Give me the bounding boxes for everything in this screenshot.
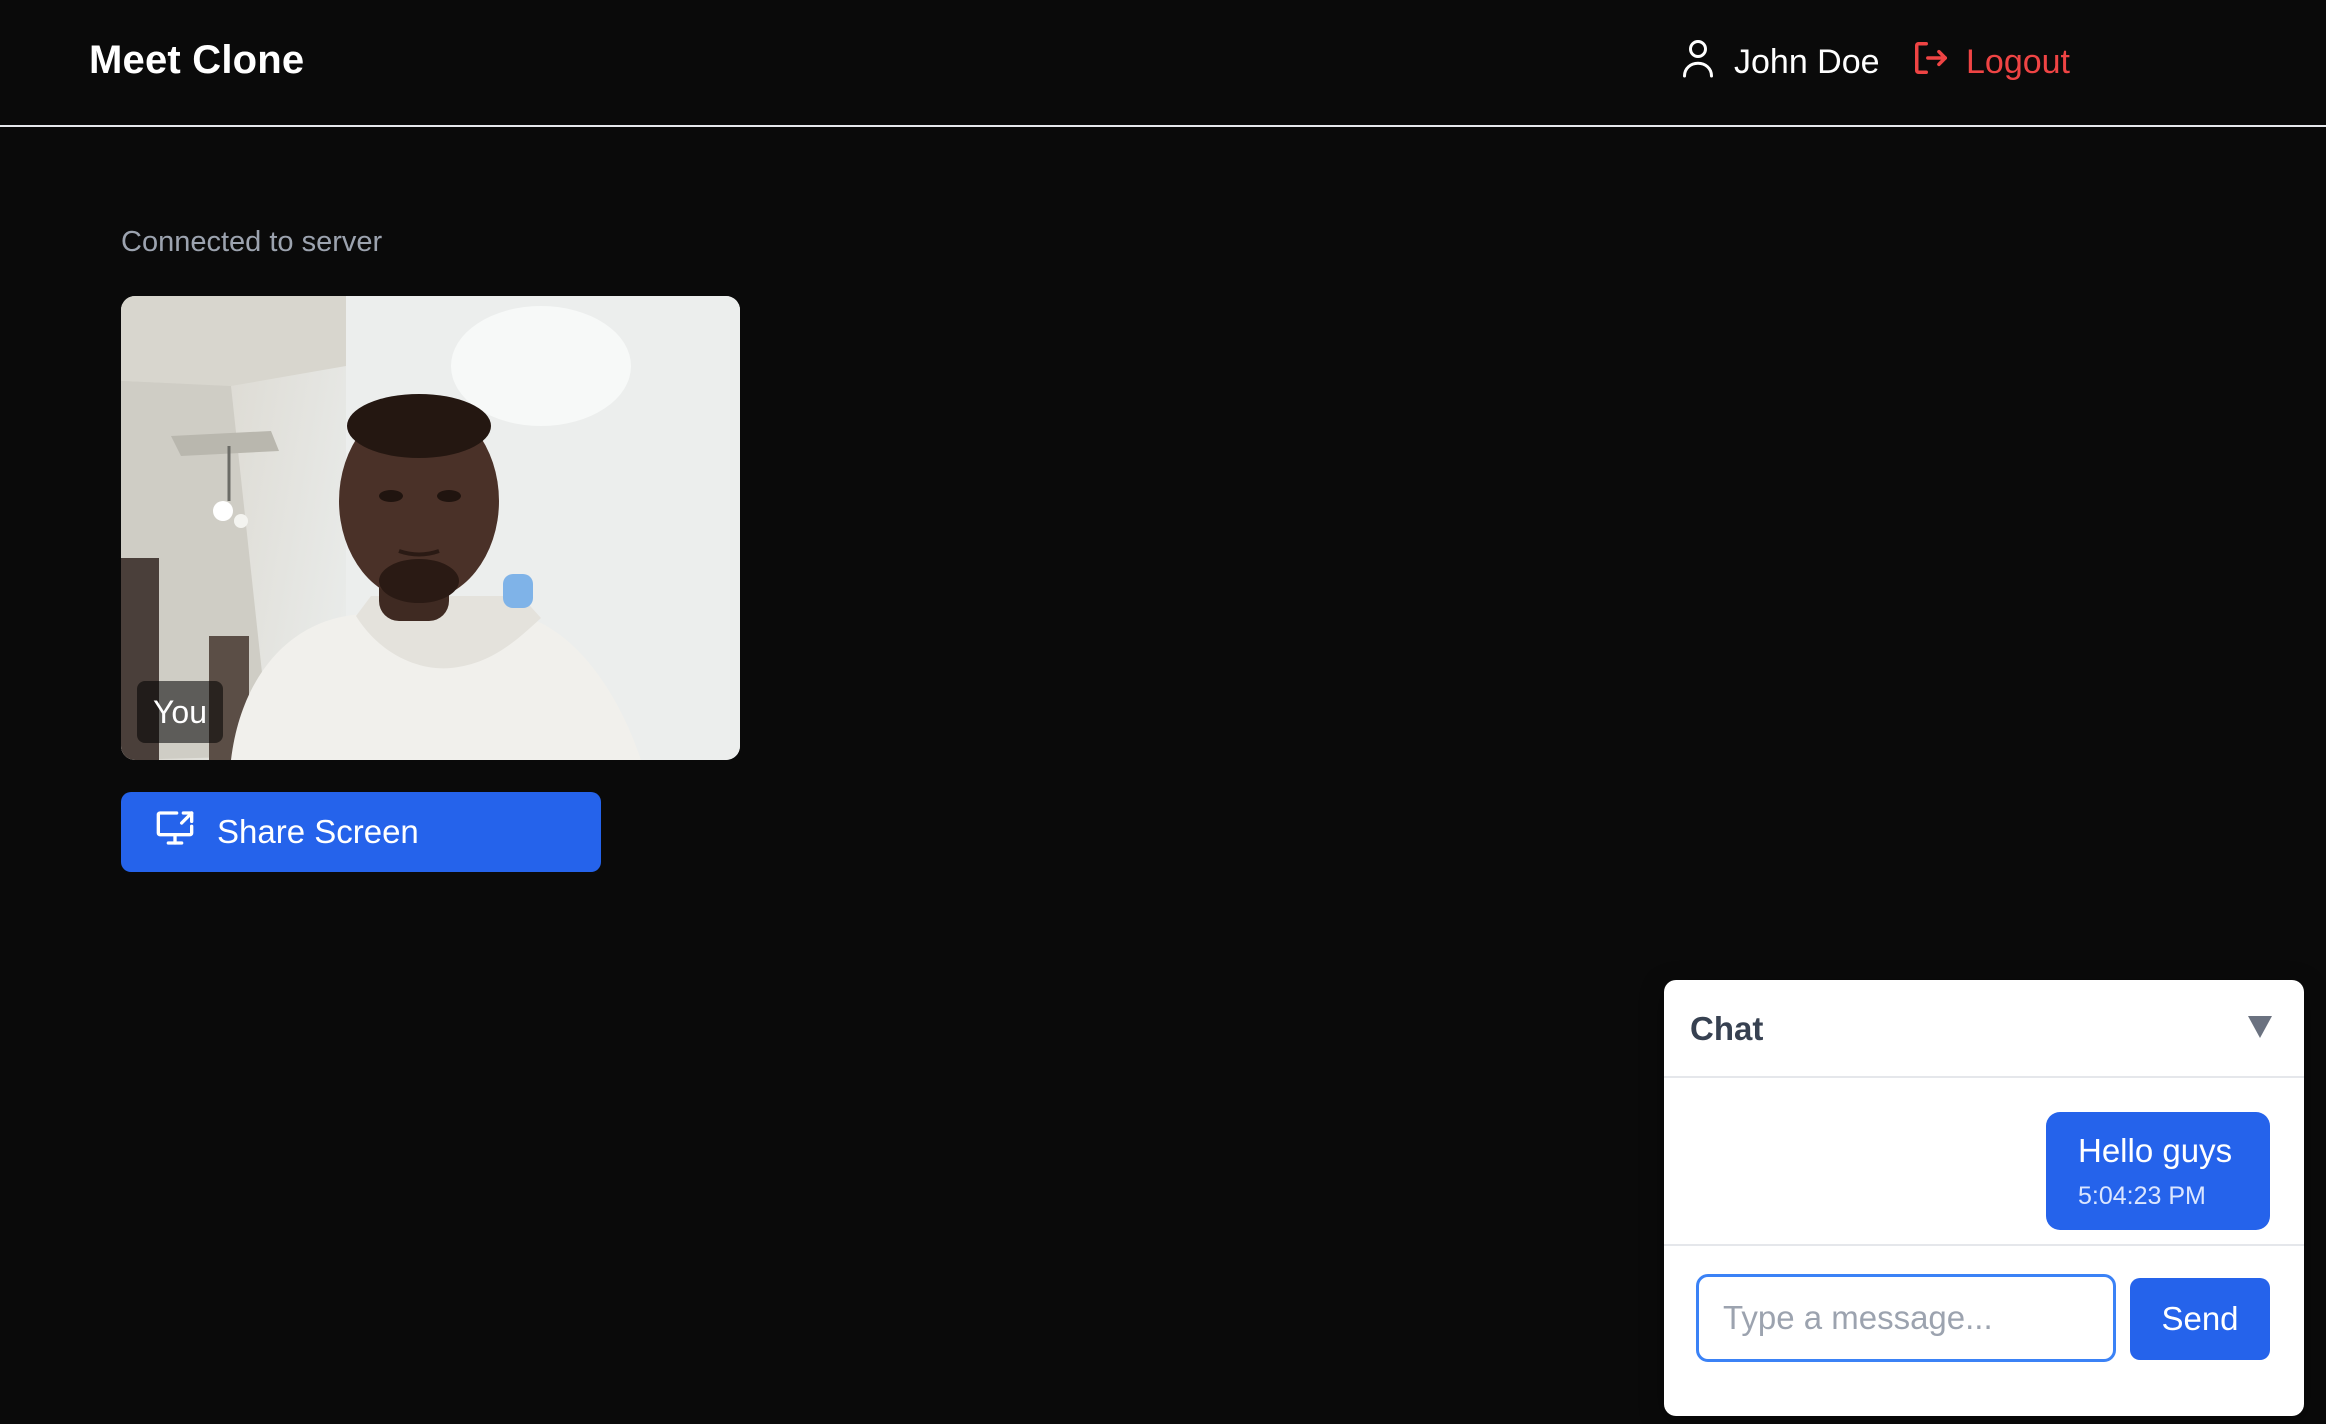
chat-messages: Hello guys 5:04:23 PM <box>1664 1078 2304 1246</box>
logout-label: Logout <box>1966 42 2070 81</box>
message-input[interactable] <box>1696 1274 2116 1362</box>
share-screen-label: Share Screen <box>217 813 419 850</box>
local-video-label: You <box>137 681 223 743</box>
share-screen-icon <box>155 808 195 856</box>
connection-status: Connected to server <box>121 226 383 258</box>
share-screen-button[interactable]: Share Screen <box>121 792 601 872</box>
user-profile: John Doe <box>1680 38 1880 87</box>
chat-title: Chat <box>1690 1010 1764 1047</box>
top-navbar: Meet Clone John Doe Logout <box>0 0 2326 127</box>
user-name: John Doe <box>1734 42 1880 81</box>
chat-message: Hello guys 5:04:23 PM <box>2046 1112 2270 1230</box>
chat-composer: Send <box>1664 1248 2304 1416</box>
local-video-tile: You <box>121 296 740 760</box>
chat-message-text: Hello guys <box>2078 1132 2233 1169</box>
chat-header: Chat <box>1664 980 2304 1078</box>
logout-icon <box>1912 39 1950 86</box>
chat-panel: Chat Hello guys 5:04:23 PM Send <box>1664 980 2304 1416</box>
logout-button[interactable]: Logout <box>1912 40 2070 84</box>
chat-message-time: 5:04:23 PM <box>2078 1182 2206 1210</box>
user-icon <box>1680 38 1716 87</box>
send-button[interactable]: Send <box>2130 1278 2270 1360</box>
app-title: Meet Clone <box>89 38 305 82</box>
collapse-triangle-icon[interactable] <box>2244 1010 2276 1042</box>
